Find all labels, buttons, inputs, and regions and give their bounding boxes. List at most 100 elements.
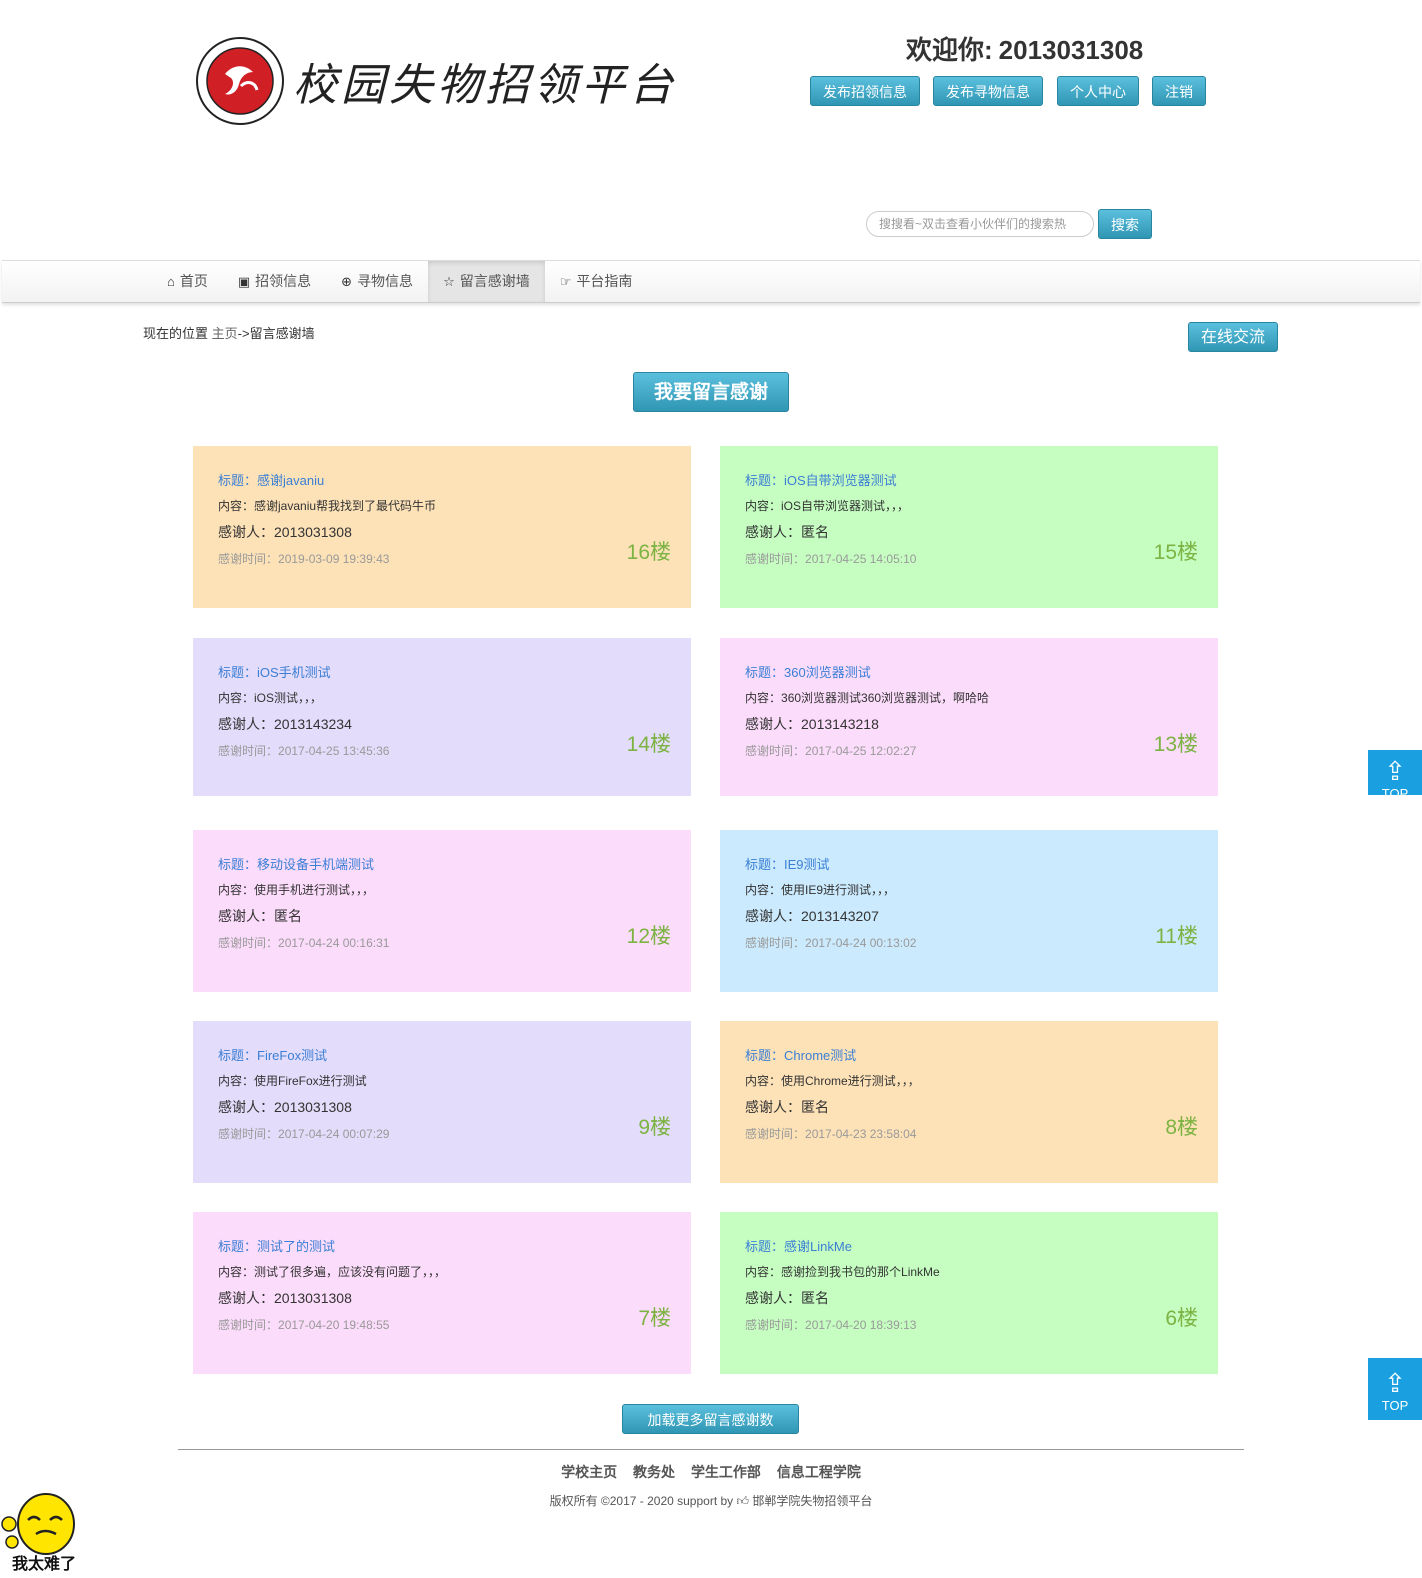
card-floor-number: 12楼 xyxy=(626,925,671,948)
upload-arrow-icon: ⇪ xyxy=(1384,756,1406,786)
card-title-label: 标题： xyxy=(218,857,258,872)
breadcrumb-home-link[interactable]: 主页 xyxy=(212,326,238,341)
card-time-label: 感谢时间： xyxy=(745,552,806,566)
card-title: 标题：感谢javaniu xyxy=(218,470,666,489)
back-to-top-button[interactable]: ⇪ TOP xyxy=(1368,1358,1422,1420)
card-title-label: 标题： xyxy=(218,473,258,488)
card-time-value: 2017-04-24 00:13:02 xyxy=(805,936,917,950)
thanks-card[interactable]: 标题：iOS手机测试 内容：iOS测试，，， 感谢人：2013143234 感谢时间：… xyxy=(193,638,691,796)
footer-link-school[interactable]: 学校主页 xyxy=(561,1464,617,1480)
card-title-label: 标题： xyxy=(745,473,785,488)
thanks-card[interactable]: 标题：感谢LinkMe 内容：感谢捡到我书包的那个LinkMe 感谢人：匿名 感谢时间… xyxy=(720,1212,1218,1374)
card-thanker-value: 匿名 xyxy=(801,1099,829,1115)
card-time: 感谢时间：2017-04-24 00:16:31 xyxy=(218,934,666,951)
nav-item-label: 留言感谢墙 xyxy=(459,273,530,289)
card-thanker-value: 2013031308 xyxy=(274,1099,352,1115)
thanks-card[interactable]: 标题：感谢javaniu 内容：感谢javaniu帮我找到了最代码牛币 感谢人：20… xyxy=(193,446,691,608)
card-title-value: 移动设备手机端测试 xyxy=(257,857,375,872)
thanks-card[interactable]: 标题：iOS自带浏览器测试 内容：iOS自带浏览器测试，，， 感谢人：匿名 感谢时间：… xyxy=(720,446,1218,608)
card-time-value: 2019-03-09 19:39:43 xyxy=(278,552,390,566)
online-chat-button[interactable]: 在线交流 xyxy=(1188,322,1278,352)
card-thanker-value: 2013143207 xyxy=(801,908,879,924)
nav-item-guide[interactable]: ☞ 平台指南 xyxy=(545,261,648,302)
load-more-button[interactable]: 加载更多留言感谢数据... xyxy=(622,1404,799,1458)
footer-link-student-affairs[interactable]: 学生工作部 xyxy=(691,1464,761,1480)
card-content: 内容：使用Chrome进行测试，，， xyxy=(745,1072,1193,1089)
card-thanker-value: 匿名 xyxy=(801,524,829,540)
card-time-label: 感谢时间： xyxy=(745,744,806,758)
card-title-value: 测试了的测试 xyxy=(257,1239,336,1254)
card-content-label: 内容： xyxy=(745,1265,782,1279)
footer-link-it-college[interactable]: 信息工程学院 xyxy=(777,1464,861,1480)
footer-link-academic[interactable]: 教务处 xyxy=(633,1464,675,1480)
nav-item-label: 招领信息 xyxy=(255,273,312,289)
card-thanker-label: 感谢人： xyxy=(745,1290,801,1306)
back-to-top-button-partial[interactable]: ⇪ TOP xyxy=(1368,750,1422,795)
card-title: 标题：Chrome测试 xyxy=(745,1045,1193,1064)
main-navbar: ⌂ 首页 ▣ 招领信息 ⊕ 寻物信息 ☆ 留言感谢墙 ☞ 平台指南 xyxy=(2,260,1420,303)
thanks-card[interactable]: 标题：FireFox测试内容：使用FireFox进行测试 感谢人：20130313… xyxy=(193,1021,691,1183)
card-thanker-label: 感谢人： xyxy=(218,1099,274,1115)
card-title-label: 标题： xyxy=(218,1048,258,1063)
card-time: 感谢时间：2019-03-09 19:39:43 xyxy=(218,550,666,567)
card-content: 内容：使用IE9进行测试，，， xyxy=(745,881,1193,898)
card-content: 内容：iOS测试，，， xyxy=(218,689,666,706)
card-content-label: 内容： xyxy=(218,499,255,513)
card-thanker: 感谢人：匿名 xyxy=(745,1288,1193,1308)
footer-links: 学校主页 教务处 学生工作部 信息工程学院 xyxy=(0,1462,1422,1482)
card-title: 标题：iOS自带浏览器测试 xyxy=(745,470,1193,489)
card-time-label: 感谢时间： xyxy=(218,1127,279,1141)
card-content-value: 使用IE9进行测试，，， xyxy=(781,883,896,897)
card-thanker-value: 匿名 xyxy=(801,1290,829,1306)
leave-thanks-button[interactable]: 我要留言感谢 xyxy=(633,372,789,412)
post-lost-button[interactable]: 发布寻物信息 xyxy=(933,76,1043,106)
thanks-card[interactable]: 标题：测试了的测试 内容：测试了很多遍，应该没有问题了，，， 感谢人：2013031… xyxy=(193,1212,691,1374)
college-emblem-icon xyxy=(196,37,284,125)
card-thanker: 感谢人：匿名 xyxy=(745,1097,1193,1117)
nav-item-found[interactable]: ▣ 招领信息 xyxy=(223,261,326,302)
card-title-value: 感谢LinkMe xyxy=(784,1239,852,1254)
card-title: 标题：360浏览器测试 xyxy=(745,662,1193,681)
search-button[interactable]: 搜索 xyxy=(1098,209,1152,239)
thanks-card[interactable]: 标题：移动设备手机端测试 内容：使用手机进行测试，，， 感谢人：匿名 感谢时间：201… xyxy=(193,830,691,992)
card-title-value: FireFox测试 xyxy=(257,1048,328,1063)
card-title: 标题：IE9测试 xyxy=(745,854,1193,873)
card-time: 感谢时间：2017-04-20 18:39:13 xyxy=(745,1316,1193,1333)
card-thanker-value: 2013031308 xyxy=(274,524,352,540)
thumbs-up-icon: 👍︎ xyxy=(736,1494,750,1508)
nav-item-home[interactable]: ⌂ 首页 xyxy=(152,261,223,302)
nav-item-label: 平台指南 xyxy=(576,273,633,289)
card-thanker-label: 感谢人： xyxy=(218,524,274,540)
site-logo[interactable]: 校园失物招领平台 xyxy=(195,36,677,126)
post-found-button[interactable]: 发布招领信息 xyxy=(810,76,920,106)
card-time-value: 2017-04-24 00:07:29 xyxy=(278,1127,390,1141)
card-content-value: iOS自带浏览器测试，，， xyxy=(781,499,910,513)
card-content-value: 使用FireFox进行测试 xyxy=(254,1074,367,1088)
logout-button[interactable]: 注销 xyxy=(1152,76,1206,106)
card-floor-number: 7楼 xyxy=(638,1307,671,1330)
username: 2013031308 xyxy=(998,35,1144,65)
card-floor-number: 9楼 xyxy=(638,1116,671,1139)
card-content: 内容：使用FireFox进行测试 xyxy=(218,1072,666,1089)
home-icon: ⌂ xyxy=(167,274,175,289)
thanks-card[interactable]: 标题：360浏览器测试 内容：360浏览器测试360浏览器测试，啊哈哈 感谢人：20… xyxy=(720,638,1218,796)
card-content-label: 内容： xyxy=(218,883,255,897)
card-thanker: 感谢人：匿名 xyxy=(745,522,1193,542)
nav-item-lost[interactable]: ⊕ 寻物信息 xyxy=(326,261,428,302)
card-floor-number: 6楼 xyxy=(1165,1307,1198,1330)
breadcrumb: 现在的位置 主页->留言感谢墙 xyxy=(143,323,315,342)
thanks-card[interactable]: 标题：IE9测试 内容：使用IE9进行测试，，， 感谢人：2013143207 感谢时… xyxy=(720,830,1218,992)
card-time-value: 2017-04-25 13:45:36 xyxy=(278,744,390,758)
card-thanker-value: 2013143218 xyxy=(801,716,879,732)
top-label: TOP xyxy=(1381,786,1409,795)
card-title-value: iOS自带浏览器测试 xyxy=(784,473,897,488)
card-floor-number: 16楼 xyxy=(626,541,671,564)
nav-item-label: 首页 xyxy=(179,273,208,289)
card-title: 标题：感谢LinkMe xyxy=(745,1236,1193,1255)
search-input[interactable] xyxy=(866,211,1094,237)
personal-center-button[interactable]: 个人中心 xyxy=(1057,76,1139,106)
thanks-card[interactable]: 标题：Chrome测试 内容：使用Chrome进行测试，，， 感谢人：匿名 感谢时间：… xyxy=(720,1021,1218,1183)
nav-item-thanks-wall[interactable]: ☆ 留言感谢墙 xyxy=(428,261,545,302)
picture-icon: ▣ xyxy=(237,274,251,289)
card-title: 标题：移动设备手机端测试 xyxy=(218,854,666,873)
